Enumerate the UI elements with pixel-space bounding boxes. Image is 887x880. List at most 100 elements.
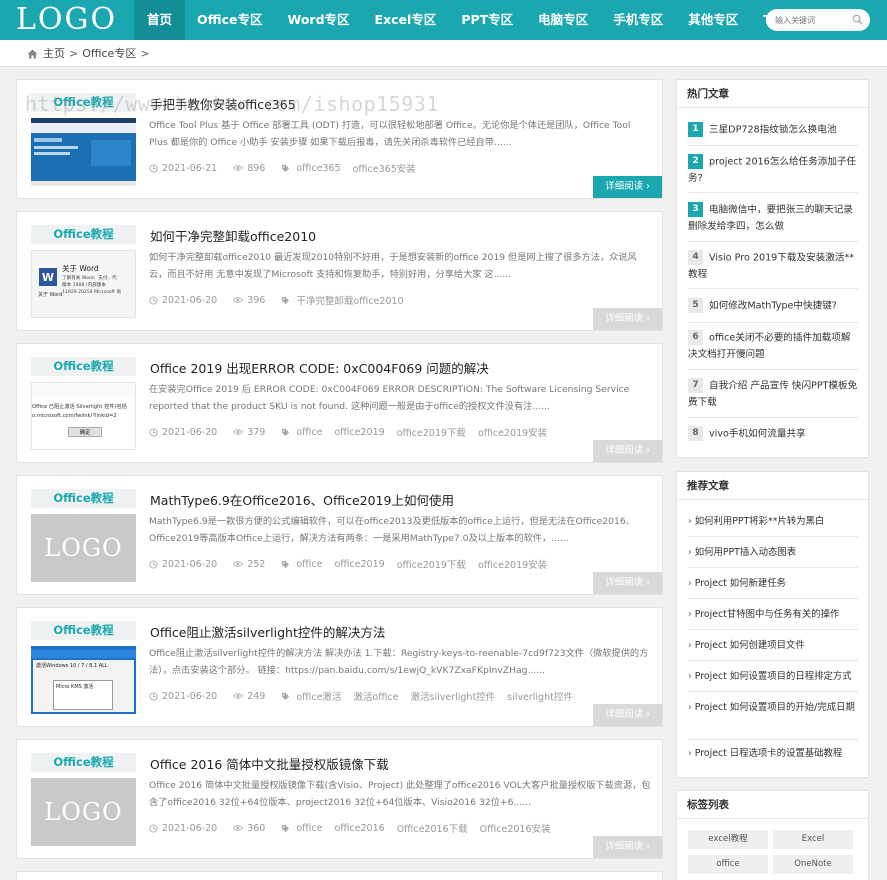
tag-link[interactable]: 激活silverlight控件 bbox=[411, 689, 496, 703]
tag-link[interactable]: office2019安装 bbox=[478, 557, 547, 571]
article-thumbnail[interactable]: W 关于 Word 关于 Word 了解有关 Word、支付、代 版本 1908… bbox=[31, 250, 136, 318]
article-thumbnail[interactable]: LOGO bbox=[31, 778, 136, 846]
article-title[interactable]: 手把手教你安装office365 bbox=[150, 94, 650, 113]
tag-link[interactable]: silverlight控件 bbox=[507, 689, 573, 703]
article-thumbnail[interactable] bbox=[31, 118, 136, 186]
nav-item-computer[interactable]: 电脑专区 bbox=[526, 0, 601, 40]
tag-link[interactable]: office bbox=[296, 559, 322, 570]
tag-link[interactable]: office bbox=[296, 823, 322, 834]
tag-link[interactable]: Office2016安装 bbox=[480, 821, 551, 835]
article-thumbnail[interactable]: LOGO bbox=[31, 514, 136, 582]
search-icon[interactable] bbox=[852, 14, 863, 25]
recommended-article-item[interactable]: › Project甘特图中与任务有关的操作 bbox=[688, 607, 858, 630]
hot-article-title[interactable]: 如何修改MathType中快捷键? bbox=[709, 301, 837, 312]
hot-article-item[interactable]: 5 如何修改MathType中快捷键? bbox=[688, 298, 858, 323]
category-badge[interactable]: Office教程 bbox=[31, 357, 136, 376]
read-more-button[interactable]: 详细阅读 › bbox=[593, 572, 662, 594]
recommended-article-item[interactable]: › Project 如何新建任务 bbox=[688, 576, 858, 599]
article-title[interactable]: 如何干净完整卸载office2010 bbox=[150, 226, 650, 245]
search-input[interactable] bbox=[775, 13, 853, 27]
tag-chip[interactable]: Excel bbox=[773, 830, 853, 849]
category-badge[interactable]: Office教程 bbox=[31, 225, 136, 244]
category-badge[interactable]: Office教程 bbox=[31, 621, 136, 640]
nav-item-excel[interactable]: Excel专区 bbox=[363, 0, 450, 40]
nav-item-office[interactable]: Office专区 bbox=[185, 0, 275, 40]
category-badge[interactable]: Office教程 bbox=[31, 489, 136, 508]
tag-link[interactable]: office365安装 bbox=[353, 161, 416, 175]
hot-article-title[interactable]: vivo手机如何流量共享 bbox=[709, 429, 806, 440]
chevron-right-icon: › bbox=[688, 578, 692, 589]
tag-link[interactable]: 干净完整卸载office2010 bbox=[296, 293, 403, 307]
hot-article-item[interactable]: 8 vivo手机如何流量共享 bbox=[688, 426, 858, 450]
recommended-article-item[interactable]: › Project 如何创建项目文件 bbox=[688, 638, 858, 661]
article-title[interactable]: MathType6.9在Office2016、Office2019上如何使用 bbox=[150, 490, 650, 509]
recommended-article-item[interactable]: › Project 如何设置项目的开始/完成日期 bbox=[688, 700, 858, 740]
read-more-button[interactable]: 详细阅读 › bbox=[593, 440, 662, 462]
article-title[interactable]: Office 2019 出现ERROR CODE: 0xC004F069 问题的… bbox=[150, 358, 650, 377]
eye-icon bbox=[233, 165, 244, 171]
tag-link[interactable]: office bbox=[296, 427, 322, 438]
tag-link[interactable]: 激活office bbox=[353, 689, 398, 703]
nav-item-other[interactable]: 其他专区 bbox=[676, 0, 751, 40]
recommended-article-title[interactable]: Project 日程选项卡的设置基础教程 bbox=[695, 748, 843, 759]
read-more-button[interactable]: 详细阅读 › bbox=[593, 176, 662, 198]
tag-link[interactable]: office激活 bbox=[296, 689, 341, 703]
eye-icon bbox=[233, 561, 244, 567]
hot-article-title[interactable]: 自我介绍 产品宣传 快闪PPT模板免费下载 bbox=[688, 381, 857, 408]
recommended-article-item[interactable]: › Project 日程选项卡的设置基础教程 bbox=[688, 746, 858, 769]
read-more-button[interactable]: 详细阅读 › bbox=[593, 308, 662, 330]
tag-link[interactable]: office2019下载 bbox=[397, 425, 466, 439]
hot-article-item[interactable]: 2 project 2016怎么给任务添加子任务? bbox=[688, 154, 858, 193]
hot-article-title[interactable]: office关闭不必要的插件加载项解决文档打开慢问题 bbox=[688, 333, 850, 360]
nav-item-phone[interactable]: 手机专区 bbox=[601, 0, 676, 40]
tag-link[interactable]: office2016 bbox=[334, 823, 384, 834]
hot-article-item[interactable]: 1 三星DP728指纹锁怎么换电池 bbox=[688, 122, 858, 146]
nav-item-word[interactable]: Word专区 bbox=[275, 0, 362, 40]
recommended-article-item[interactable]: › Project 如何设置项目的日程排定方式 bbox=[688, 669, 858, 692]
recommended-article-title[interactable]: 如何用PPT插入动态图表 bbox=[695, 547, 796, 558]
hot-article-item[interactable]: 3 电脑微信中，要把张三的聊天记录删除发给李四，怎么做 bbox=[688, 202, 858, 242]
breadcrumb-current[interactable]: Office专区 bbox=[82, 40, 136, 67]
article-meta: 2021-06-20 396 干净完整卸载office2010 bbox=[149, 293, 416, 307]
hot-article-title[interactable]: 三星DP728指纹锁怎么换电池 bbox=[709, 125, 836, 136]
hot-article-title[interactable]: Visio Pro 2019下载及安装激活**教程 bbox=[688, 253, 854, 280]
hot-article-title[interactable]: 电脑微信中，要把张三的聊天记录删除发给李四，怎么做 bbox=[688, 205, 853, 232]
hot-article-item[interactable]: 6 office关闭不必要的插件加载项解决文档打开慢问题 bbox=[688, 330, 858, 370]
recommended-article-title[interactable]: Project 如何设置项目的开始/完成日期 bbox=[695, 702, 855, 713]
tag-link[interactable]: office2019 bbox=[334, 427, 384, 438]
category-badge[interactable]: Office教程 bbox=[31, 93, 136, 112]
eye-icon bbox=[233, 693, 244, 699]
tag-link[interactable]: Office2016下载 bbox=[397, 821, 468, 835]
article-thumbnail[interactable]: Office 已阻止激活 Silverlight 控件(包括 o.microso… bbox=[31, 382, 136, 450]
recommended-article-title[interactable]: 如何利用PPT将彩**片转为黑白 bbox=[695, 516, 825, 527]
article-title[interactable]: Office阻止激活silverlight控件的解决方法 bbox=[150, 622, 650, 641]
nav-item-ppt[interactable]: PPT专区 bbox=[449, 0, 526, 40]
hot-article-item[interactable]: 4 Visio Pro 2019下载及安装激活**教程 bbox=[688, 250, 858, 289]
tag-chip[interactable]: OneNote bbox=[773, 855, 853, 874]
read-more-button[interactable]: 详细阅读 › bbox=[593, 836, 662, 858]
article-thumbnail[interactable]: 激活Windows 10 / 7 / 8.1 ALL Micro KMS 激活 bbox=[31, 646, 136, 714]
tag-link[interactable]: office365 bbox=[296, 163, 340, 174]
recommended-article-title[interactable]: Project 如何新建任务 bbox=[695, 578, 786, 589]
category-badge[interactable]: Office教程 bbox=[31, 753, 136, 772]
read-more-label: 详细阅读 bbox=[605, 313, 644, 324]
read-more-button[interactable]: 详细阅读 › bbox=[593, 704, 662, 726]
tag-link[interactable]: office2019安装 bbox=[478, 425, 547, 439]
recommended-article-item[interactable]: › 如何用PPT插入动态图表 bbox=[688, 545, 858, 568]
nav-item-home[interactable]: 首页 bbox=[134, 0, 186, 40]
thumb-title: 关于 Word bbox=[62, 264, 99, 273]
recommended-article-title[interactable]: Project 如何设置项目的日程排定方式 bbox=[695, 671, 852, 682]
tag-link[interactable]: office2019 bbox=[334, 559, 384, 570]
hot-article-title[interactable]: project 2016怎么给任务添加子任务? bbox=[688, 157, 856, 184]
article-title[interactable]: Office 2016 简体中文批量授权版镜像下载 bbox=[150, 754, 650, 773]
breadcrumb-home[interactable]: 主页 bbox=[43, 40, 65, 67]
thumb-caption: 关于 Word bbox=[38, 292, 63, 298]
site-logo[interactable]: LOGO bbox=[16, 1, 117, 39]
hot-article-item[interactable]: 7 自我介绍 产品宣传 快闪PPT模板免费下载 bbox=[688, 378, 858, 418]
recommended-article-title[interactable]: Project 如何创建项目文件 bbox=[695, 640, 805, 651]
recommended-article-title[interactable]: Project甘特图中与任务有关的操作 bbox=[695, 609, 840, 620]
tag-chip[interactable]: office bbox=[688, 855, 768, 874]
tag-chip[interactable]: excel教程 bbox=[688, 830, 768, 849]
recommended-article-item[interactable]: › 如何利用PPT将彩**片转为黑白 bbox=[688, 514, 858, 537]
tag-link[interactable]: office2019下载 bbox=[397, 557, 466, 571]
